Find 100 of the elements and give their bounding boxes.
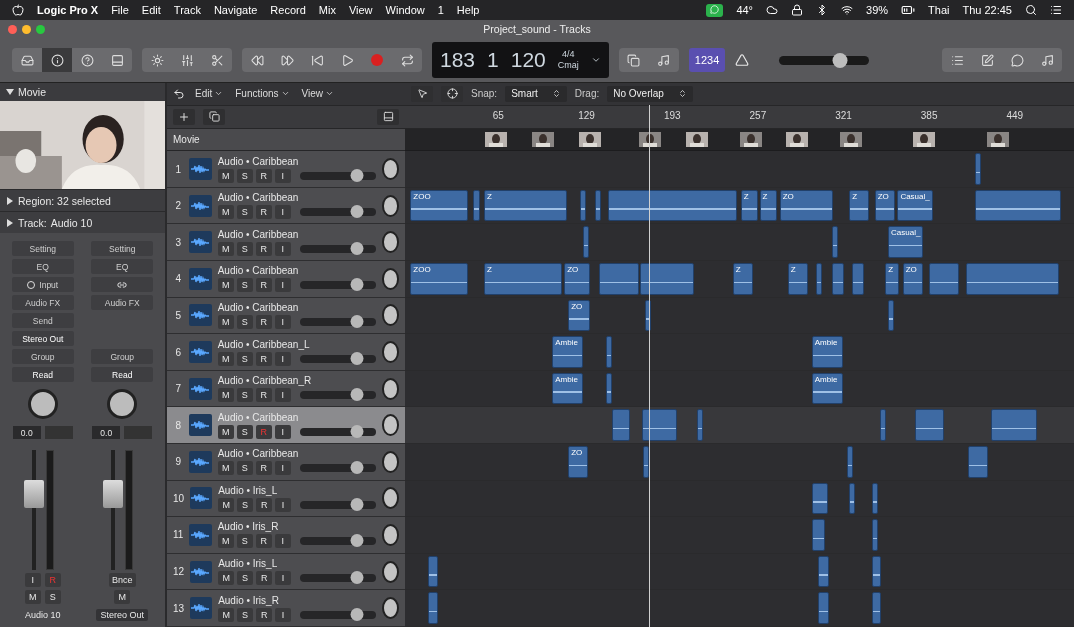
pan-knob[interactable] (381, 524, 399, 546)
master-volume-slider[interactable] (779, 55, 870, 65)
audio-region[interactable]: Z (759, 189, 777, 222)
setting-button[interactable]: Setting (11, 241, 74, 256)
audio-region[interactable] (605, 372, 612, 405)
slider-thumb[interactable] (350, 351, 364, 365)
solo-button[interactable]: S (237, 571, 254, 586)
filter-button[interactable] (377, 108, 399, 125)
pan-knob[interactable] (381, 231, 399, 254)
record-enable-button[interactable]: R (256, 497, 273, 512)
menu-item[interactable]: Navigate (213, 4, 258, 16)
track-header[interactable]: 2 Audio • Caribbean M S R I (167, 187, 405, 225)
input-monitor-button[interactable]: I (274, 205, 291, 220)
input-monitor-button[interactable]: I (275, 571, 292, 586)
menu-item[interactable]: Track (173, 4, 201, 16)
audio-region[interactable]: ZO (779, 189, 834, 222)
audio-region[interactable] (975, 189, 1061, 222)
track-header[interactable]: 3 Audio • Caribbean M S R I (167, 224, 405, 262)
inspector-button[interactable] (42, 48, 72, 72)
drag-dropdown[interactable]: No Overlap (607, 85, 693, 102)
track-header[interactable]: 6 Audio • Caribbean_L M S R I (167, 334, 405, 371)
pan-knob[interactable] (381, 267, 399, 290)
input-monitor-button[interactable]: I (274, 388, 291, 403)
audio-region[interactable] (580, 189, 587, 222)
menu-item[interactable]: Help (456, 4, 480, 16)
mute-button[interactable]: M (218, 571, 235, 586)
track-header[interactable]: 8 Audio • Caribbean M S R I (167, 407, 405, 444)
menu-button[interactable]: View (299, 88, 337, 100)
track-header[interactable]: 7 Audio • Caribbean_R M S R I (167, 370, 405, 408)
record-enable-button[interactable]: R (255, 241, 272, 256)
slider-thumb[interactable] (832, 52, 848, 68)
mute-button[interactable]: M (217, 168, 234, 183)
track-header[interactable]: 5 Audio • Caribbean M S R I (167, 297, 405, 335)
audio-region[interactable]: Z (483, 189, 567, 222)
pan-knob[interactable] (381, 304, 399, 327)
volume-slider[interactable] (300, 610, 377, 619)
solo-button[interactable]: S (236, 461, 253, 476)
audio-region[interactable]: Z (885, 263, 899, 295)
volume-slider[interactable] (299, 427, 376, 436)
mute-button[interactable]: M (217, 314, 234, 329)
slider-thumb[interactable] (350, 205, 364, 219)
input-monitor-button[interactable]: I (274, 351, 291, 366)
audio-region[interactable] (595, 189, 601, 222)
audio-region[interactable] (643, 446, 650, 478)
zoom-button[interactable] (36, 24, 45, 34)
audio-fx-button[interactable]: Audio FX (11, 295, 74, 310)
solo-button[interactable]: S (236, 351, 253, 366)
input-monitor-button[interactable]: I (274, 168, 291, 183)
record-enable-button[interactable]: R (255, 205, 272, 220)
mute-button[interactable]: M (217, 461, 234, 476)
menu-item[interactable]: Mix (318, 4, 336, 16)
slider-thumb[interactable] (350, 571, 364, 585)
pan-knob[interactable] (381, 414, 399, 437)
pan-knob[interactable] (381, 194, 399, 217)
audio-region[interactable]: Ambie (552, 336, 583, 368)
volume-slider[interactable] (299, 537, 376, 546)
record-enable-button[interactable]: R (256, 571, 273, 586)
menu-button[interactable]: Functions (233, 88, 292, 100)
clock[interactable]: Thu 22:45 (962, 4, 1012, 16)
track-header[interactable]: 4 Audio • Caribbean M S R I (167, 261, 405, 298)
input-monitor-button[interactable]: I (274, 241, 291, 256)
mute-button[interactable]: M (114, 590, 131, 604)
track-header[interactable]: 10 Audio • Iris_L M S R I (167, 480, 405, 518)
pan-knob[interactable] (381, 341, 399, 363)
input-monitor-button[interactable]: I (274, 424, 291, 439)
volume-slider[interactable] (300, 500, 377, 509)
input-source[interactable]: Thai (928, 4, 950, 16)
audio-region[interactable] (612, 409, 630, 441)
pan-knob[interactable] (382, 597, 399, 620)
record-enable-button[interactable]: R (255, 534, 272, 549)
track-header[interactable]: 1 Audio • Caribbean M S R I (167, 151, 405, 188)
pan-knob[interactable] (381, 450, 399, 473)
slider-thumb[interactable] (350, 168, 364, 182)
automation-button[interactable]: Read (91, 367, 154, 382)
slider-thumb[interactable] (350, 241, 364, 255)
crosshair-tool-button[interactable] (441, 85, 463, 102)
automation-button[interactable]: Read (11, 367, 74, 382)
eq-button[interactable]: EQ (11, 259, 74, 274)
volume-slider[interactable] (299, 281, 376, 290)
menu-item[interactable]: Window (385, 4, 425, 16)
volume-slider[interactable] (299, 171, 376, 180)
solo-button[interactable]: S (237, 607, 254, 622)
menu-item[interactable]: View (348, 4, 373, 16)
volume-slider[interactable] (299, 391, 376, 400)
audio-region[interactable]: ZO (902, 263, 923, 295)
audio-region[interactable] (888, 299, 894, 332)
mute-button[interactable]: M (217, 278, 234, 293)
link-button[interactable] (91, 277, 154, 292)
audio-region[interactable] (641, 409, 677, 441)
solo-button[interactable]: S (236, 278, 253, 293)
audio-region[interactable]: Z (740, 189, 759, 222)
record-enable-button[interactable]: R (255, 168, 272, 183)
setting-button[interactable]: Setting (91, 241, 154, 256)
audio-region[interactable] (851, 263, 864, 295)
volume-slider[interactable] (299, 208, 376, 217)
bounce-button[interactable]: Bnce (109, 573, 136, 587)
fader-handle[interactable] (103, 480, 124, 508)
audio-region[interactable]: ZO (874, 189, 895, 222)
record-enable-button[interactable]: R (255, 461, 272, 476)
menu-item[interactable]: Edit (141, 4, 161, 16)
